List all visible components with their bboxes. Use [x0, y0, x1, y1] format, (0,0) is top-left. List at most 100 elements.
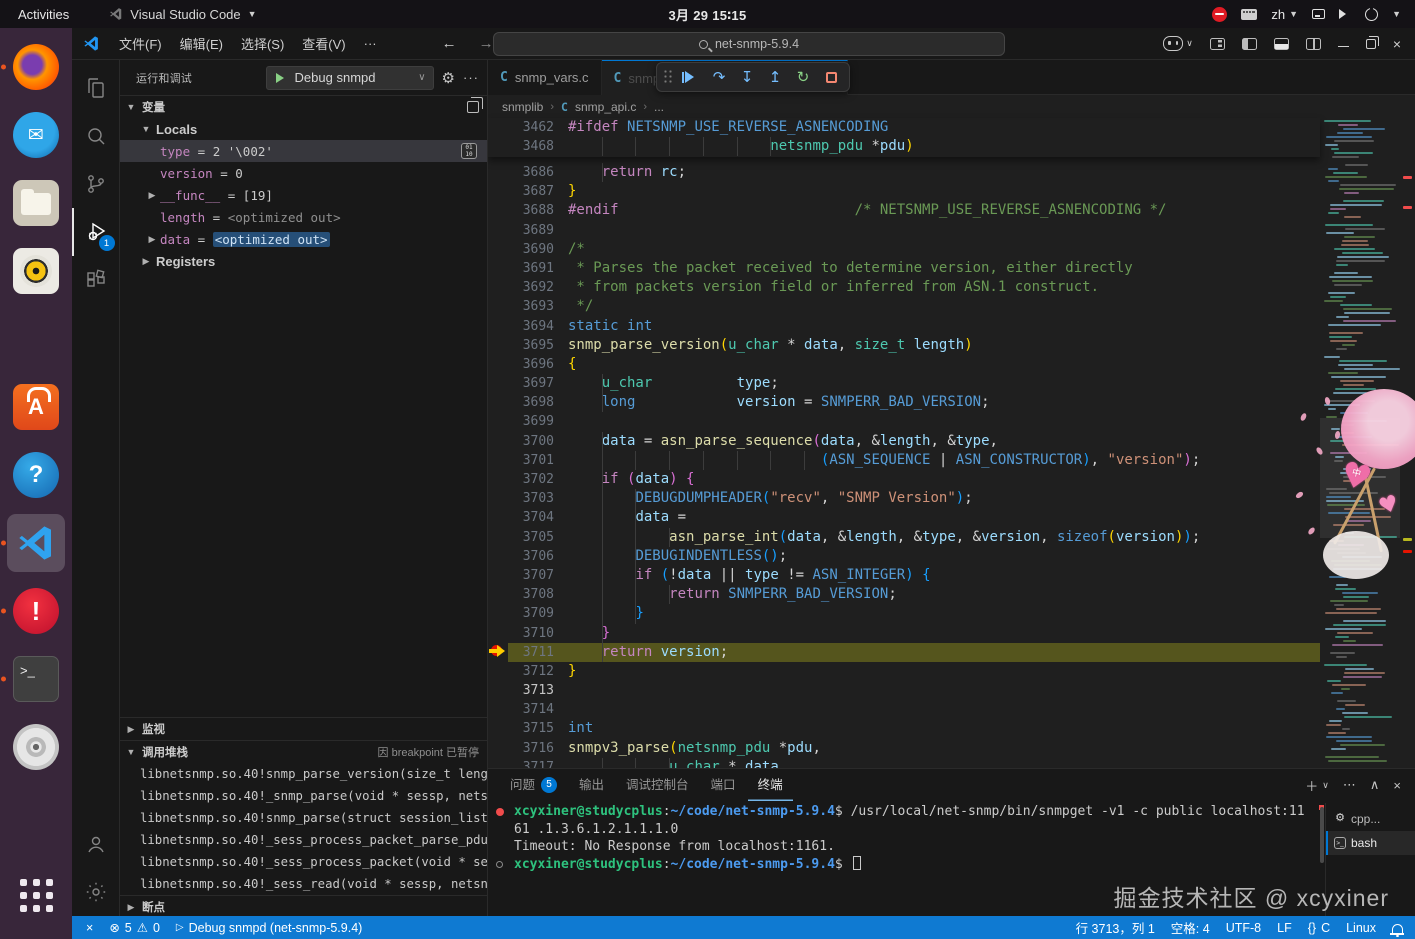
terminal-scrollbar[interactable] — [1320, 807, 1324, 863]
dock-item-help[interactable]: ? — [7, 446, 65, 504]
code-line-3692[interactable]: 3692 * from packets version field or inf… — [488, 278, 1320, 297]
dock-item-disk[interactable] — [7, 718, 65, 776]
toggle-panel-icon[interactable] — [1274, 38, 1289, 50]
copilot-button[interactable]: ∨ — [1163, 36, 1193, 51]
remote-indicator[interactable]: × — [72, 916, 101, 939]
more-actions-icon[interactable]: ··· — [463, 70, 479, 85]
scope-registers[interactable]: ▶ Registers — [120, 250, 487, 272]
drag-handle-icon[interactable] — [663, 69, 673, 85]
watch-header[interactable]: ▶ 监视 — [120, 718, 487, 740]
callstack-header[interactable]: ▼ 调用堆栈 因 breakpoint 已暂停 — [120, 741, 487, 763]
terminal-profile-chevron[interactable]: ∨ — [1322, 780, 1329, 791]
code-line-3693[interactable]: 3693 */ — [488, 297, 1320, 316]
stack-frame-3[interactable]: libnetsnmp.so.40!_sess_process_packet_pa… — [120, 829, 487, 851]
customize-layout-icon[interactable] — [1210, 38, 1225, 50]
code-line-3715[interactable]: 3715int — [488, 719, 1320, 738]
back-button[interactable]: ← — [442, 35, 457, 52]
stack-frame-4[interactable]: libnetsnmp.so.40!_sess_process_packet(vo… — [120, 851, 487, 873]
stop-button[interactable] — [819, 65, 843, 89]
encoding[interactable]: UTF-8 — [1218, 916, 1269, 939]
code-line-3717[interactable]: 3717u_char * data, — [488, 758, 1320, 768]
stack-frame-1[interactable]: libnetsnmp.so.40!_snmp_parse(void * sess… — [120, 785, 487, 807]
dock-item-vscode[interactable] — [7, 514, 65, 572]
launch-config-dropdown[interactable]: Debug snmpd ∨ — [266, 66, 434, 90]
close-button[interactable]: × — [1393, 36, 1401, 52]
accounts-icon[interactable] — [72, 820, 120, 868]
step-out-button[interactable]: ↥ — [763, 65, 787, 89]
dock-item-firefox[interactable] — [7, 38, 65, 96]
code-line-3700[interactable]: 3700data = asn_parse_sequence(data, &len… — [488, 432, 1320, 451]
stack-frame-0[interactable]: libnetsnmp.so.40!snmp_parse_version(size… — [120, 763, 487, 785]
code-line-3699[interactable]: 3699 — [488, 412, 1320, 431]
code-line-3688[interactable]: 3688#endif /* NETSNMP_USE_REVERSE_ASNENC… — [488, 201, 1320, 220]
code-line-3689[interactable]: 3689 — [488, 221, 1320, 240]
copy-icon[interactable] — [467, 101, 479, 113]
code-line-3716[interactable]: 3716snmpv3_parse(netsnmp_pdu *pdu, — [488, 739, 1320, 758]
variables-header[interactable]: ▼ 变量 — [120, 96, 487, 118]
dock-item-show-applications[interactable] — [7, 873, 65, 931]
code-line-3711[interactable]: 3711return version; — [488, 643, 1320, 662]
maximize-panel-icon[interactable]: ∧ — [1370, 777, 1380, 793]
cursor-position[interactable]: 行 3713，列 1 — [1068, 916, 1163, 939]
sidebar-item-extensions[interactable] — [72, 256, 120, 304]
command-center-search[interactable]: net-snmp-5.9.4 — [493, 32, 1005, 56]
indentation[interactable]: 空格: 4 — [1163, 916, 1218, 939]
breadcrumb-folder[interactable]: snmplib — [502, 100, 543, 114]
code-line-3691[interactable]: 3691 * Parses the packet received to det… — [488, 259, 1320, 278]
panel-tab-2[interactable]: 调试控制台 — [616, 769, 699, 801]
variable-row-type[interactable]: type = 2 '\002'0110 — [120, 140, 487, 162]
dock-item-updater[interactable]: ! — [7, 582, 65, 640]
code-line-3701[interactable]: 3701(ASN_SEQUENCE | ASN_CONSTRUCTOR), "v… — [488, 451, 1320, 470]
code-line-3694[interactable]: 3694static int — [488, 317, 1320, 336]
os-indicator[interactable]: Linux — [1338, 916, 1384, 939]
focused-app-menu[interactable]: Visual Studio Code ▼ — [109, 7, 256, 22]
code-line-3686[interactable]: 3686return rc; — [488, 163, 1320, 182]
stack-frame-5[interactable]: libnetsnmp.so.40!_sess_read(void * sessp… — [120, 873, 487, 895]
code-line-3690[interactable]: 3690/* — [488, 240, 1320, 259]
scope-locals[interactable]: ▼ Locals — [120, 118, 487, 140]
minimize-button[interactable] — [1338, 46, 1349, 48]
code-line-3713[interactable]: 3713 — [488, 681, 1320, 700]
menu-3[interactable]: 查看(V) — [293, 28, 354, 59]
code-line-3706[interactable]: 3706DEBUGINDENTLESS(); — [488, 547, 1320, 566]
code-line-3714[interactable]: 3714 — [488, 700, 1320, 719]
input-language[interactable]: zh▼ — [1271, 7, 1298, 22]
sidebar-item-run-debug[interactable]: 1 — [72, 208, 120, 256]
system-tray[interactable]: zh▼ ▼ — [1212, 7, 1415, 22]
stack-frame-2[interactable]: libnetsnmp.so.40!snmp_parse(struct sessi… — [120, 807, 487, 829]
eol[interactable]: LF — [1269, 916, 1300, 939]
continue-button[interactable] — [679, 65, 703, 89]
breadcrumb-symbol[interactable]: ... — [654, 100, 664, 114]
dock-item-thunderbird[interactable]: ✉ — [7, 106, 65, 164]
close-panel-icon[interactable]: × — [1393, 778, 1401, 793]
breadcrumb[interactable]: snmplib › C snmp_api.c › ... — [488, 95, 1415, 118]
menu-2[interactable]: 选择(S) — [232, 28, 293, 59]
step-into-button[interactable]: ↧ — [735, 65, 759, 89]
minimap[interactable] — [1320, 118, 1400, 768]
code-line-3468[interactable]: 3468netsnmp_pdu *pdu) — [488, 137, 1320, 156]
code-line-3703[interactable]: 3703DEBUGDUMPHEADER("recv", "SNMP Versio… — [488, 489, 1320, 508]
code-line-3687[interactable]: 3687} — [488, 182, 1320, 201]
dock-item-files[interactable] — [7, 174, 65, 232]
clock[interactable]: 3月 29 15∶15 — [669, 5, 747, 24]
debug-settings-gear-icon[interactable]: ⚙ — [442, 69, 455, 87]
menu-4[interactable]: ··· — [355, 28, 386, 59]
dock-item-rhythmbox[interactable] — [7, 242, 65, 300]
code-line-3695[interactable]: 3695snmp_parse_version(u_char * data, si… — [488, 336, 1320, 355]
restore-button[interactable] — [1366, 39, 1376, 49]
activities-button[interactable]: Activities — [0, 0, 87, 28]
panel-tab-0[interactable]: 问题5 — [500, 769, 567, 801]
menu-0[interactable]: 文件(F) — [110, 28, 171, 59]
sidebar-item-explorer[interactable] — [72, 64, 120, 112]
code-line-3462[interactable]: 3462#ifdef NETSNMP_USE_REVERSE_ASNENCODI… — [488, 118, 1320, 137]
terminal-instance-cpp[interactable]: ⚙cpp... — [1326, 807, 1415, 831]
notifications-bell[interactable] — [1384, 916, 1415, 939]
problems-status[interactable]: ⊗5 ⚠0 — [101, 916, 168, 939]
step-over-button[interactable]: ↷ — [707, 65, 731, 89]
variable-row-version[interactable]: version = 0 — [120, 162, 487, 184]
panel-tab-1[interactable]: 输出 — [569, 769, 614, 801]
code-line-3709[interactable]: 3709} — [488, 604, 1320, 623]
settings-gear-icon[interactable] — [72, 868, 120, 916]
breakpoints-header[interactable]: ▶ 断点 — [120, 896, 487, 916]
breadcrumb-file[interactable]: snmp_api.c — [575, 100, 636, 114]
